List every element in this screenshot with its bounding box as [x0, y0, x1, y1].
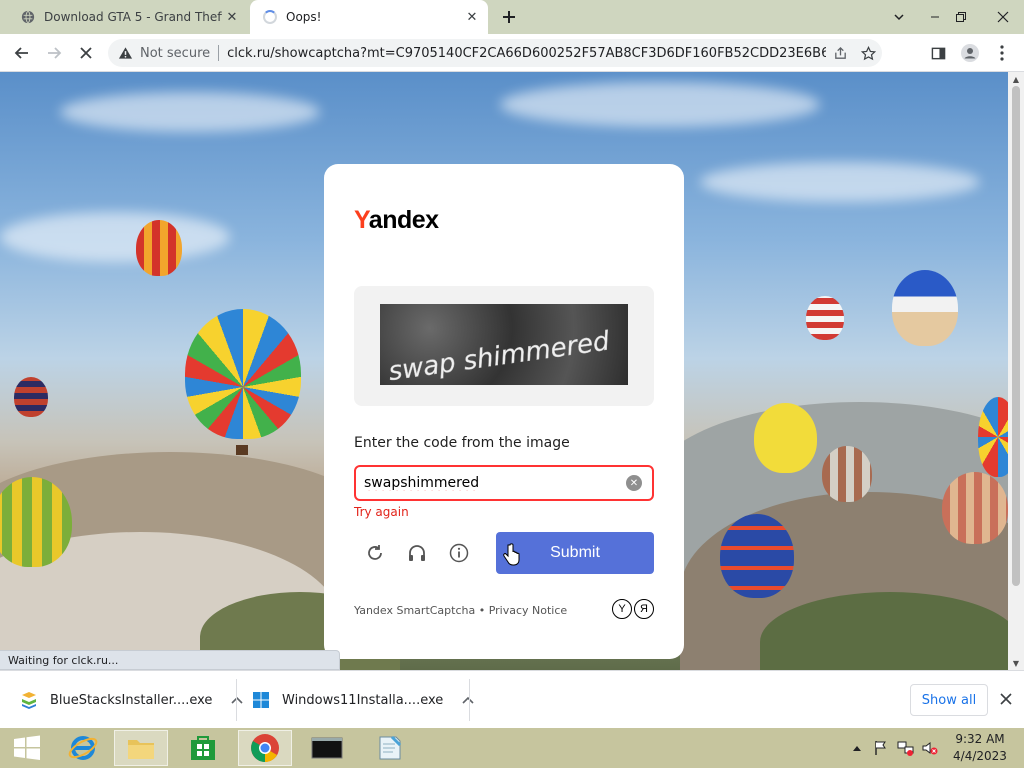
security-label[interactable]: Not secure [140, 46, 210, 61]
chrome-icon[interactable] [238, 730, 292, 766]
captcha-input[interactable] [364, 475, 626, 491]
divider [236, 679, 237, 721]
captcha-card: Yandex swap shimmered Enter the code fro… [324, 164, 684, 659]
info-icon[interactable] [446, 540, 472, 566]
tab-gta[interactable]: Download GTA 5 - Grand Theft A ✕ [8, 0, 248, 34]
volume-muted-icon[interactable] [920, 728, 940, 768]
bookmark-star-icon[interactable] [854, 39, 882, 67]
captcha-code-field[interactable]: ✕ [354, 465, 654, 501]
balloon-basket [236, 445, 248, 455]
windows-logo-icon [14, 735, 40, 760]
menu-kebab-icon[interactable] [988, 39, 1016, 67]
network-icon[interactable] [896, 728, 916, 768]
browser-toolbar: Not secure clck.ru/showcaptcha?mt=C97051… [0, 34, 1024, 72]
hot-air-balloon [720, 514, 794, 598]
error-message: Try again [354, 505, 409, 519]
divider [218, 45, 220, 61]
url-text[interactable]: clck.ru/showcaptcha?mt=C9705140CF2CA66D6… [227, 46, 826, 61]
clock-date: 4/4/2023 [953, 749, 1007, 763]
download-item[interactable]: Windows11Installa....exe [252, 683, 477, 717]
globe-icon [20, 9, 36, 25]
cloud [500, 82, 820, 127]
hot-air-balloon [0, 477, 72, 567]
cloud [700, 162, 980, 202]
tab-search-icon[interactable] [882, 0, 916, 34]
chevron-up-icon[interactable] [228, 696, 246, 704]
download-filename: BlueStacksInstaller....exe [50, 692, 213, 708]
captcha-footer[interactable]: Yandex SmartCaptcha • Privacy Notice [354, 604, 567, 617]
action-center-flag-icon[interactable] [872, 728, 890, 768]
hot-air-balloon [978, 397, 1008, 477]
audio-headphones-icon[interactable] [404, 540, 430, 566]
windows-icon [253, 692, 269, 708]
download-shelf: BlueStacksInstaller....exe Windows11Inst… [0, 670, 1024, 728]
forward-button[interactable] [40, 39, 68, 67]
hand-cursor-icon [503, 543, 520, 566]
cloud [60, 92, 320, 132]
refresh-icon[interactable] [362, 540, 388, 566]
loading-spinner-icon [262, 9, 278, 25]
hot-air-balloon [806, 296, 844, 340]
tab-strip: Download GTA 5 - Grand Theft A ✕ Oops! ✕ [0, 0, 1024, 34]
hot-air-balloon [822, 446, 872, 502]
captcha-image: swap shimmered [380, 304, 628, 385]
share-icon[interactable] [826, 39, 854, 67]
divider [469, 679, 470, 721]
clear-input-icon[interactable]: ✕ [626, 475, 642, 491]
profile-avatar-icon[interactable] [956, 39, 984, 67]
scroll-up-icon[interactable]: ▲ [1008, 72, 1024, 86]
windows-taskbar: 9:32 AM 4/4/2023 [0, 728, 1024, 768]
hot-air-balloon [754, 403, 817, 473]
side-panel-icon[interactable] [924, 39, 952, 67]
yandex-logo: Yandex [354, 206, 439, 235]
hot-air-balloon [14, 377, 48, 417]
new-tab-button[interactable] [498, 6, 520, 28]
system-clock[interactable]: 9:32 AM 4/4/2023 [940, 731, 1020, 765]
logo-text: andex [368, 206, 439, 234]
scroll-down-icon[interactable]: ▼ [1008, 656, 1024, 670]
captcha-image-frame: swap shimmered [354, 286, 654, 406]
status-bubble: Waiting for clck.ru... [0, 650, 340, 670]
cloud [0, 212, 230, 262]
hot-air-balloon [185, 309, 301, 439]
show-hidden-icons[interactable] [850, 728, 864, 768]
hot-air-balloon [892, 270, 958, 346]
captcha-prompt: Enter the code from the image [354, 435, 570, 451]
address-bar[interactable]: Not secure clck.ru/showcaptcha?mt=C97051… [108, 39, 882, 67]
page-scrollbar[interactable]: ▲ ▼ [1008, 72, 1024, 670]
show-all-button[interactable]: Show all [910, 684, 988, 716]
brand-mark-ya: Я [634, 599, 654, 619]
stop-loading-button[interactable] [72, 39, 100, 67]
tab-title: Oops! [286, 10, 322, 24]
warning-icon[interactable] [118, 45, 134, 61]
close-tab-icon[interactable]: ✕ [462, 7, 482, 27]
internet-explorer-icon[interactable] [56, 730, 110, 766]
yandex-brand-mark: Y Я [612, 599, 654, 619]
tab-title: Download GTA 5 - Grand Theft A [44, 10, 222, 24]
start-button[interactable] [0, 730, 54, 766]
hot-air-balloon [942, 472, 1008, 544]
notepad-icon[interactable] [362, 730, 416, 766]
store-icon[interactable] [176, 730, 230, 766]
submit-label: Submit [550, 544, 600, 561]
clock-time: 9:32 AM [955, 732, 1005, 746]
logo-letter: Y [354, 206, 369, 234]
close-window-button[interactable] [982, 0, 1024, 34]
command-prompt-icon[interactable] [300, 730, 354, 766]
hot-air-balloon [136, 220, 182, 276]
file-explorer-icon[interactable] [114, 730, 168, 766]
download-item[interactable]: BlueStacksInstaller....exe [20, 683, 246, 717]
download-filename: Windows11Installa....exe [282, 692, 444, 708]
tab-oops[interactable]: Oops! ✕ [250, 0, 488, 34]
captcha-image-text: swap shimmered [387, 326, 612, 385]
bluestacks-icon [22, 692, 36, 709]
brand-mark-y: Y [612, 599, 632, 619]
close-tab-icon[interactable]: ✕ [222, 7, 242, 27]
page-viewport: Yandex swap shimmered Enter the code fro… [0, 72, 1008, 670]
back-button[interactable] [8, 39, 36, 67]
restore-button[interactable] [944, 0, 978, 34]
scroll-thumb[interactable] [1012, 86, 1020, 586]
close-shelf-icon[interactable] [996, 689, 1016, 709]
